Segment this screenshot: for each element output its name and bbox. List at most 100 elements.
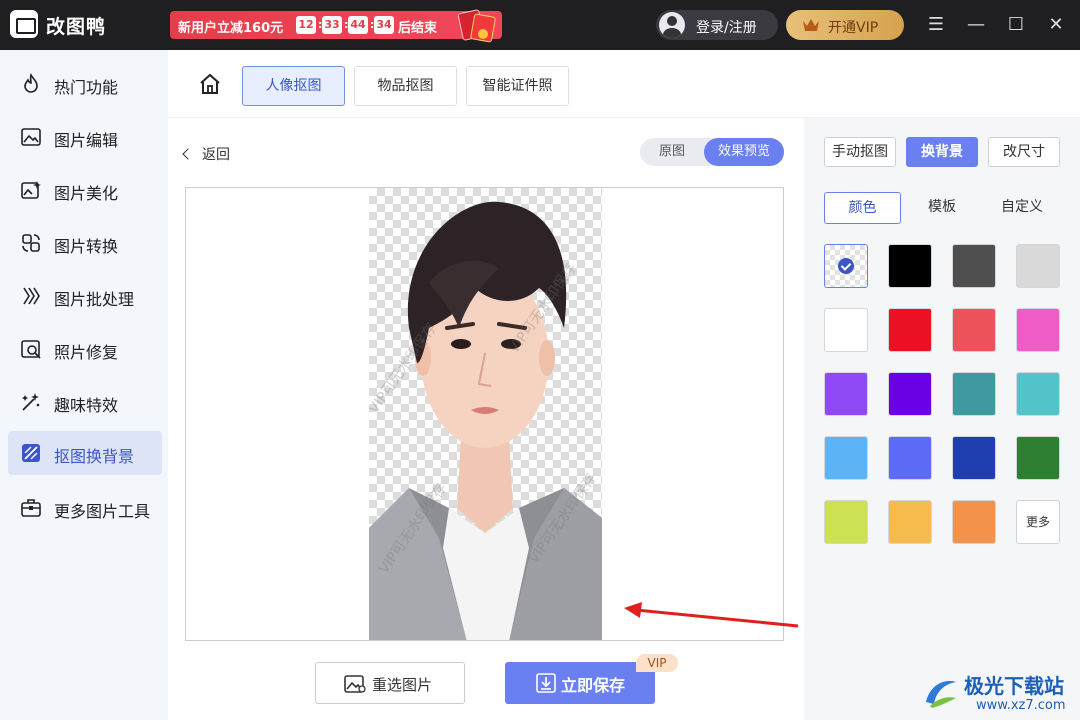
app-logo-icon xyxy=(10,10,38,38)
red-envelope-icon xyxy=(457,7,497,43)
photo-repair-icon xyxy=(21,340,41,359)
tab-custom[interactable]: 自定义 xyxy=(984,192,1060,224)
sidebar-item-image-convert[interactable]: 图片转换 xyxy=(8,221,162,265)
promo-text: 新用户立减160元 xyxy=(178,21,284,36)
sidebar-item-label: 抠图换背景 xyxy=(54,447,135,466)
tab-object-cutout[interactable]: 物品抠图 xyxy=(354,66,457,106)
sidebar-item-label: 图片美化 xyxy=(54,184,119,203)
aurora-logo-icon xyxy=(926,680,956,708)
color-swatch[interactable] xyxy=(952,372,996,416)
login-button[interactable]: 登录/注册 xyxy=(656,10,778,40)
sidebar-item-image-edit[interactable]: 图片编辑 xyxy=(8,115,162,159)
sidebar-item-label: 图片批处理 xyxy=(54,290,135,309)
avatar xyxy=(659,12,685,38)
save-button[interactable]: 立即保存 xyxy=(505,662,655,704)
tab-portrait-cutout[interactable]: 人像抠图 xyxy=(242,66,345,106)
color-swatch[interactable] xyxy=(952,500,996,544)
promo-banner[interactable]: 新用户立减160元 12 : 33 : 44 : 34 后结束 xyxy=(170,9,502,43)
color-swatch[interactable] xyxy=(888,500,932,544)
cutout-icon xyxy=(22,444,40,462)
vip-label: 开通VIP xyxy=(828,20,879,36)
preview-view-button[interactable]: 效果预览 xyxy=(704,138,784,166)
sidebar-item-image-beautify[interactable]: 图片美化 xyxy=(8,168,162,212)
reselect-image-button[interactable]: 重选图片 xyxy=(315,662,465,704)
back-label: 返回 xyxy=(202,147,230,163)
sidebar-item-hot[interactable]: 热门功能 xyxy=(8,62,162,106)
app-title: 改图鸭 xyxy=(46,16,107,38)
sidebar-item-label: 更多图片工具 xyxy=(54,502,151,521)
editor-area: 返回 原图 效果预览 VIP可无水印保存 VIP可无水印保存 VIP可无水印保存… xyxy=(168,118,804,720)
sidebar-item-more-tools[interactable]: 更多图片工具 xyxy=(8,486,162,530)
countdown-centis: 34 xyxy=(374,16,394,34)
tab-resize[interactable]: 改尺寸 xyxy=(988,137,1060,167)
download-icon xyxy=(536,673,556,693)
open-vip-button[interactable]: 开通VIP xyxy=(786,10,904,40)
portrait-figure xyxy=(369,201,602,640)
sidebar-item-cutout[interactable]: 抠图换背景 xyxy=(8,431,162,475)
sidebar-item-label: 照片修复 xyxy=(54,343,119,362)
cutout-image: VIP可无水印保存 VIP可无水印保存 VIP可无水印保存 VIP可无水印保存 xyxy=(369,188,602,640)
tab-color[interactable]: 颜色 xyxy=(824,192,901,224)
color-swatch[interactable] xyxy=(1016,436,1060,480)
batch-icon xyxy=(23,287,40,305)
countdown-minutes: 33 xyxy=(322,16,342,34)
color-swatch[interactable] xyxy=(888,436,932,480)
color-swatch[interactable] xyxy=(888,308,932,352)
minimize-icon[interactable]: — xyxy=(964,13,988,37)
countdown-seconds: 44 xyxy=(348,16,368,34)
chevron-left-icon xyxy=(182,148,194,160)
tab-template[interactable]: 模板 xyxy=(904,192,980,224)
magic-wand-icon xyxy=(22,393,40,411)
sidebar-item-label: 图片编辑 xyxy=(54,131,119,150)
toolbox-icon xyxy=(21,499,41,517)
color-swatch[interactable] xyxy=(1016,244,1060,288)
convert-icon xyxy=(22,234,40,252)
background-panel: 手动抠图 换背景 改尺寸 颜色 模板 自定义 更多 xyxy=(804,118,1080,720)
countdown-hours: 12 xyxy=(296,16,316,34)
color-swatch[interactable] xyxy=(888,372,932,416)
color-swatch[interactable] xyxy=(1016,308,1060,352)
fire-icon xyxy=(24,73,38,93)
color-swatch[interactable] xyxy=(824,244,868,288)
check-icon xyxy=(838,258,854,274)
image-canvas[interactable]: VIP可无水印保存 VIP可无水印保存 VIP可无水印保存 VIP可无水印保存 xyxy=(185,187,784,641)
sidebar-item-label: 热门功能 xyxy=(54,78,119,97)
image-edit-icon xyxy=(21,128,41,146)
image-beautify-icon xyxy=(21,181,41,199)
image-icon xyxy=(344,675,366,693)
sidebar-item-fun-effects[interactable]: 趣味特效 xyxy=(8,380,162,424)
original-view-button[interactable]: 原图 xyxy=(640,138,704,166)
color-swatch[interactable] xyxy=(824,436,868,480)
maximize-icon[interactable]: ☐ xyxy=(1004,13,1028,37)
tab-change-background[interactable]: 换背景 xyxy=(906,137,978,167)
reselect-label: 重选图片 xyxy=(372,676,433,694)
site-logo: 极光下载站 www.xz7.com xyxy=(920,668,1080,720)
color-swatch[interactable] xyxy=(952,436,996,480)
close-icon[interactable]: ✕ xyxy=(1044,13,1068,37)
sidebar-item-label: 图片转换 xyxy=(54,237,119,256)
color-swatch[interactable] xyxy=(952,244,996,288)
menu-icon[interactable]: ☰ xyxy=(924,13,948,37)
color-swatch[interactable] xyxy=(824,500,868,544)
sidebar-item-photo-repair[interactable]: 照片修复 xyxy=(8,327,162,371)
tab-id-photo[interactable]: 智能证件照 xyxy=(466,66,569,106)
site-name: 极光下载站 xyxy=(964,674,1064,698)
promo-end-text: 后结束 xyxy=(398,21,438,36)
more-colors-button[interactable]: 更多 xyxy=(1016,500,1060,544)
tool-tab-bar: 人像抠图 物品抠图 智能证件照 xyxy=(168,50,1080,118)
home-icon[interactable] xyxy=(198,72,222,96)
sidebar-item-label: 趣味特效 xyxy=(54,396,119,415)
back-button[interactable]: 返回 xyxy=(182,144,230,164)
color-swatch[interactable] xyxy=(1016,372,1060,416)
sidebar: 热门功能 图片编辑 图片美化 图片转换 图片批处理 照片修复 趣味特效 抠图换背… xyxy=(0,50,168,720)
color-swatch[interactable] xyxy=(952,308,996,352)
vip-badge: VIP xyxy=(636,654,678,672)
annotation-arrow-icon xyxy=(624,602,799,628)
color-swatch[interactable] xyxy=(824,308,868,352)
save-label: 立即保存 xyxy=(561,676,626,695)
title-bar: 改图鸭 新用户立减160元 12 : 33 : 44 : 34 后结束 登录/注… xyxy=(0,0,1080,50)
color-swatch[interactable] xyxy=(824,372,868,416)
color-swatch[interactable] xyxy=(888,244,932,288)
tab-manual-cutout[interactable]: 手动抠图 xyxy=(824,137,896,167)
sidebar-item-batch[interactable]: 图片批处理 xyxy=(8,274,162,318)
